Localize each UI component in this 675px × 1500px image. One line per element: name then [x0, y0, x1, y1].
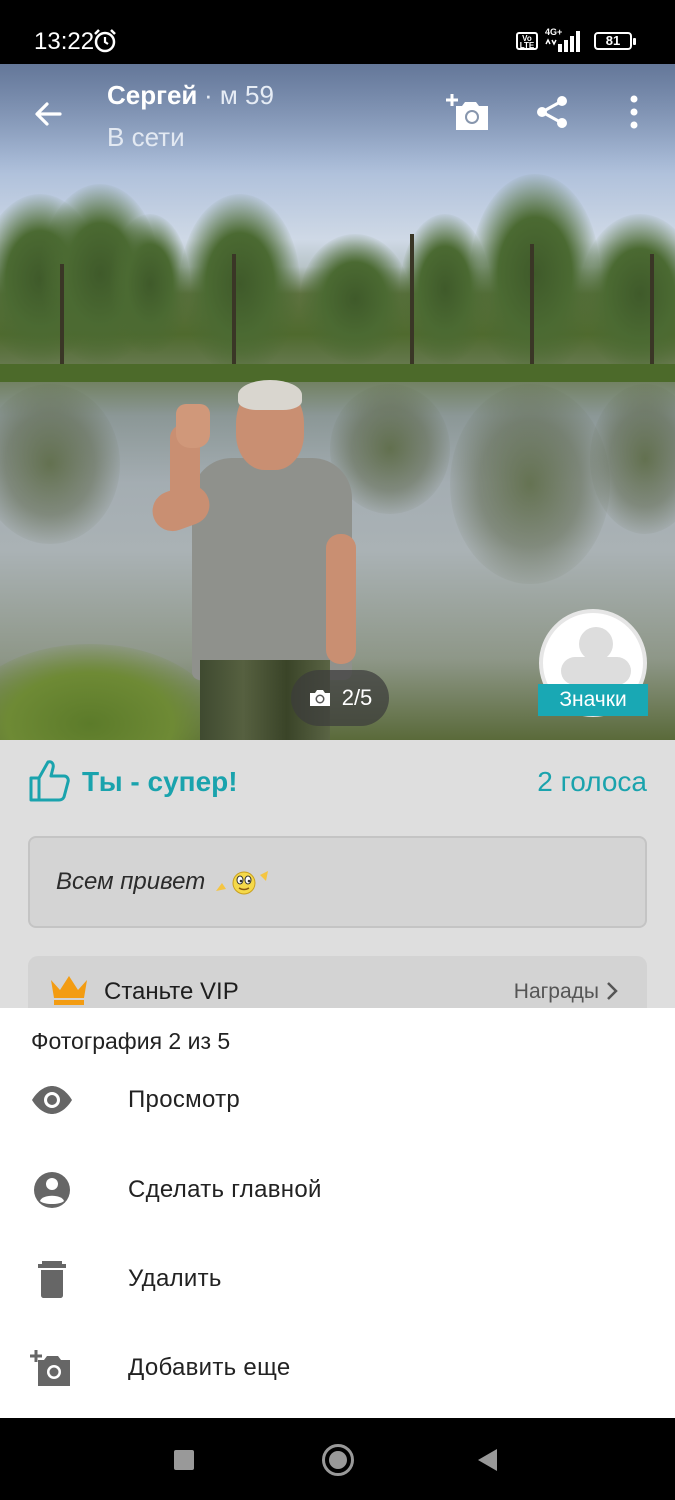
thumbs-up-icon[interactable]: [28, 758, 70, 804]
badges-button[interactable]: Значки: [538, 684, 648, 716]
photo-counter-text: 2/5: [341, 685, 373, 710]
account-circle-icon: [34, 1172, 70, 1208]
trash-icon: [38, 1261, 66, 1298]
tree-trunk: [60, 264, 64, 374]
home-button[interactable]: [322, 1444, 354, 1476]
online-status: В сети: [107, 122, 185, 152]
like-text[interactable]: Ты - супер!: [82, 766, 238, 798]
chevron-right-icon: [607, 982, 618, 1000]
waving-emoji-icon: [215, 870, 268, 895]
water-reflection: [450, 384, 610, 584]
delete-photo-item[interactable]: Удалить: [0, 1239, 675, 1319]
user-name: Сергей: [107, 80, 198, 110]
recents-button[interactable]: [174, 1450, 194, 1470]
user-gender-age: · м 59: [204, 80, 274, 110]
add-more-photo-item[interactable]: Добавить еще: [0, 1328, 675, 1408]
votes-count[interactable]: 2 голоса: [537, 766, 647, 798]
photo-counter: 2/5: [291, 670, 389, 726]
tree-trunk: [530, 244, 534, 374]
status-message: Всем привет: [56, 868, 272, 897]
view-photo-item[interactable]: Просмотр: [0, 1060, 675, 1140]
back-button[interactable]: [478, 1449, 497, 1471]
tree: [300, 234, 410, 364]
view-photo-label: Просмотр: [128, 1086, 241, 1113]
tree-trunk: [650, 254, 654, 374]
water-reflection: [0, 384, 120, 544]
system-nav-bar: [0, 1418, 675, 1500]
alarm-icon: [94, 29, 116, 53]
tree: [110, 214, 190, 354]
tree: [180, 194, 300, 374]
battery-level: 81: [605, 33, 621, 48]
back-arrow-icon[interactable]: [30, 96, 66, 132]
battery-icon: 81: [594, 32, 636, 50]
add-photo-icon[interactable]: [446, 94, 490, 132]
profile-body: Ты - супер! 2 голоса Всем привет Станьте…: [0, 740, 675, 1016]
signal-icon: [545, 31, 580, 52]
set-main-photo-label: Сделать главной: [128, 1176, 322, 1203]
more-vert-icon[interactable]: [620, 94, 648, 130]
set-main-photo-item[interactable]: Сделать главной: [0, 1150, 675, 1230]
eye-icon: [32, 1086, 72, 1114]
tree: [470, 174, 600, 374]
delete-photo-label: Удалить: [128, 1265, 222, 1292]
sheet-title: Фотография 2 из 5: [31, 1028, 231, 1054]
tree-trunk: [410, 234, 414, 374]
tree-trunk: [232, 254, 236, 374]
add-more-photo-label: Добавить еще: [128, 1354, 291, 1381]
vip-banner[interactable]: Станьте VIP Награды: [28, 956, 647, 1016]
volte-icon: Vo LTE: [516, 32, 538, 50]
photo-actions-sheet: Фотография 2 из 5 Просмотр Сделать главн…: [0, 1008, 675, 1418]
awards-link[interactable]: Награды: [514, 980, 599, 1004]
status-message-box: Всем привет: [28, 836, 647, 928]
status-bar: 13:22 Vo LTE 4G+ 81: [0, 0, 675, 64]
camera-icon: [309, 690, 330, 706]
status-time: 13:22: [34, 28, 95, 55]
app-bar: Сергей · м 59 В сети: [0, 64, 675, 174]
vip-text: Станьте VIP: [104, 978, 239, 1005]
crown-icon: [51, 976, 87, 1005]
river-bank: [0, 364, 675, 382]
share-icon[interactable]: [534, 94, 570, 130]
add-photo-icon: [30, 1350, 70, 1386]
